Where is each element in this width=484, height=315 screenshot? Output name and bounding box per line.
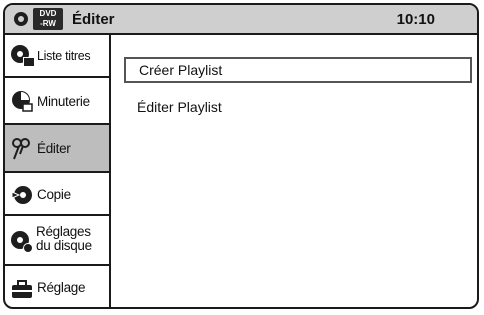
disc-icon bbox=[14, 12, 28, 26]
menu-item-label-line1: Réglages bbox=[36, 224, 91, 239]
toolbox-icon bbox=[11, 278, 33, 300]
timer-icon bbox=[11, 90, 33, 112]
menu-item-liste-titres[interactable]: Liste titres bbox=[5, 35, 109, 78]
menu-item-label: Copie bbox=[37, 187, 71, 202]
scissors-icon bbox=[11, 138, 33, 160]
menu-item-label: Réglage bbox=[37, 280, 86, 295]
clock: 10:10 bbox=[396, 11, 435, 28]
menu-item-editer[interactable]: Éditer bbox=[5, 125, 109, 173]
dvd-edit-screen: DVD -RW Éditer 10:10 Liste titres Minute… bbox=[3, 3, 479, 309]
edit-playlist-option[interactable]: Éditer Playlist bbox=[124, 94, 472, 120]
menu-item-reglages-disque[interactable]: Réglages du disque bbox=[5, 216, 109, 266]
media-badge-line1: DVD bbox=[39, 9, 57, 18]
menu-item-label: Minuterie bbox=[37, 94, 90, 109]
content-panel: Créer Playlist Éditer Playlist bbox=[111, 35, 477, 307]
copy-disc-icon bbox=[11, 184, 33, 206]
menu-item-copie[interactable]: Copie bbox=[5, 173, 109, 216]
create-playlist-option[interactable]: Créer Playlist bbox=[124, 57, 472, 83]
header-bar: DVD -RW Éditer 10:10 bbox=[5, 5, 477, 35]
menu-item-label: Éditer bbox=[37, 141, 71, 156]
page-title: Éditer bbox=[72, 11, 115, 28]
menu-item-minuterie[interactable]: Minuterie bbox=[5, 78, 109, 125]
menu-item-reglage[interactable]: Réglage bbox=[5, 266, 109, 307]
side-menu: Liste titres Minuterie Éditer Copie Régl… bbox=[5, 35, 111, 307]
menu-item-label-line2: du disque bbox=[36, 238, 92, 253]
title-list-icon bbox=[11, 45, 35, 67]
dvd-rw-badge: DVD -RW bbox=[33, 8, 63, 30]
menu-item-label: Réglages du disque bbox=[36, 225, 92, 253]
media-badge-line2: -RW bbox=[40, 19, 56, 28]
disc-settings-icon bbox=[11, 231, 33, 253]
menu-item-label: Liste titres bbox=[37, 49, 91, 63]
